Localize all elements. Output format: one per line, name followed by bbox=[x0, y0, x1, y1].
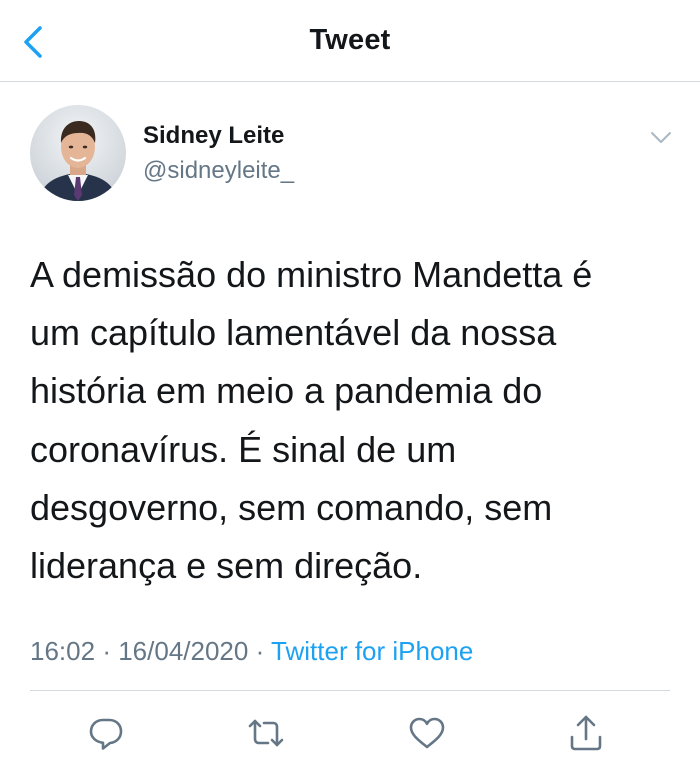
author-name[interactable]: Sidney Leite bbox=[143, 122, 284, 150]
share-button[interactable] bbox=[566, 713, 606, 753]
author-handle: @sidneyleite_ bbox=[143, 157, 295, 184]
navigation-bar: Tweet bbox=[0, 0, 700, 82]
retweet-icon bbox=[248, 719, 284, 747]
meta-separator: · bbox=[255, 636, 265, 666]
avatar[interactable] bbox=[30, 105, 126, 201]
divider bbox=[30, 690, 670, 691]
page-title: Tweet bbox=[309, 24, 391, 56]
chevron-down-icon bbox=[651, 132, 671, 143]
like-button[interactable] bbox=[407, 713, 447, 753]
more-options-button[interactable] bbox=[648, 124, 674, 150]
tweet-date: 16/04/2020 bbox=[118, 636, 249, 666]
tweet-time: 16:02 bbox=[30, 636, 96, 666]
meta-separator: · bbox=[102, 636, 111, 666]
reply-button[interactable] bbox=[86, 713, 126, 753]
tweet-text: A demissão do ministro Mandetta é um cap… bbox=[30, 254, 593, 587]
tweet-meta: 16:02 · 16/04/2020 · Twitter for iPhone bbox=[30, 636, 473, 667]
retweet-button[interactable] bbox=[246, 713, 286, 753]
tweet-source-link[interactable]: Twitter for iPhone bbox=[271, 636, 473, 666]
heart-icon bbox=[409, 717, 445, 749]
share-icon bbox=[570, 715, 602, 751]
reply-icon bbox=[89, 718, 123, 750]
